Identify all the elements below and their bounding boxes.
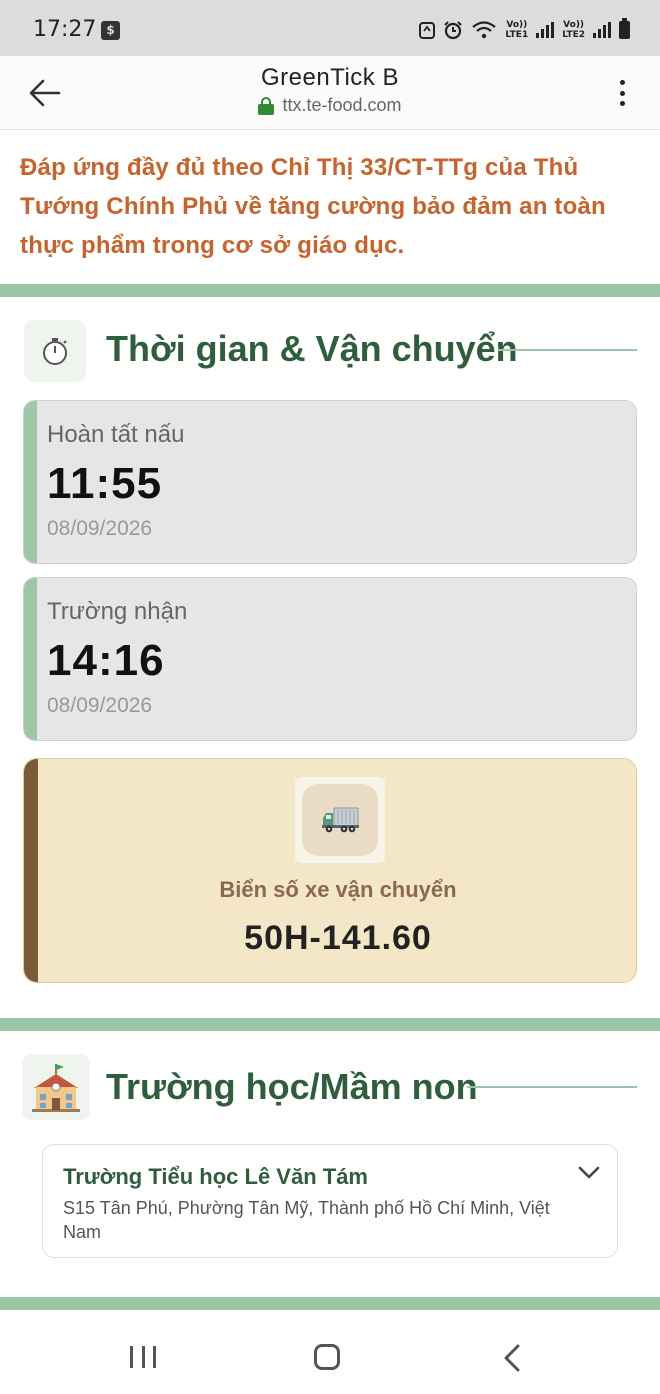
cooking-complete-time: 11:55 bbox=[47, 459, 163, 508]
section-divider bbox=[0, 1018, 660, 1031]
vehicle-plate-number: 50H-141.60 bbox=[244, 919, 432, 957]
signal-2-icon bbox=[593, 22, 611, 38]
url-bar[interactable]: ttx.te-food.com bbox=[258, 95, 402, 116]
section-divider bbox=[0, 1297, 660, 1310]
alarm-icon bbox=[444, 21, 463, 40]
recent-apps-icon[interactable] bbox=[130, 1346, 156, 1368]
page-title: GreenTick B bbox=[261, 64, 399, 91]
cooking-complete-label: Hoàn tất nấu bbox=[47, 421, 185, 448]
section-title-school: Trường học/Mầm non bbox=[106, 1066, 478, 1107]
section-title-timing: Thời gian & Vận chuyển bbox=[106, 328, 518, 369]
stopwatch-icon bbox=[24, 320, 86, 382]
lte1-indicator: Vo)) LTE1 bbox=[505, 20, 529, 40]
lte2-indicator: Vo)) LTE2 bbox=[562, 20, 585, 40]
school-received-card: Trường nhận 14:16 08/09/2026 bbox=[23, 577, 637, 741]
browser-header: GreenTick B ttx.te-food.com bbox=[0, 56, 660, 130]
nav-back-icon[interactable] bbox=[500, 1343, 524, 1373]
status-icons: Vo)) LTE1 Vo)) LTE2 bbox=[419, 18, 630, 42]
school-received-date: 08/09/2026 bbox=[47, 694, 153, 717]
chevron-down-icon[interactable] bbox=[577, 1161, 601, 1185]
section-title-line bbox=[498, 349, 637, 351]
school-icon bbox=[22, 1054, 90, 1120]
compliance-notice: Đáp ứng đầy đủ theo Chỉ Thị 33/CT-TTg củ… bbox=[20, 154, 606, 259]
school-received-time: 14:16 bbox=[47, 636, 165, 685]
truck-icon bbox=[302, 784, 378, 856]
vehicle-card: Biển số xe vận chuyển 50H-141.60 bbox=[23, 758, 637, 983]
section-divider bbox=[0, 284, 660, 297]
section-title-line bbox=[467, 1086, 637, 1088]
school-received-label: Trường nhận bbox=[47, 598, 188, 625]
school-card[interactable]: Trường Tiểu học Lê Văn Tám S15 Tân Phú, … bbox=[42, 1144, 618, 1258]
system-nav-bar bbox=[0, 1310, 660, 1394]
shopping-bag-icon: $ bbox=[101, 21, 120, 40]
signal-1-icon bbox=[536, 22, 555, 38]
cooking-complete-card: Hoàn tất nấu 11:55 08/09/2026 bbox=[23, 400, 637, 564]
status-time: 17:27 bbox=[33, 17, 97, 42]
home-icon[interactable] bbox=[314, 1344, 340, 1370]
status-bar: 17:27 $ Vo)) LTE1 Vo)) LTE2 bbox=[0, 0, 660, 56]
lock-icon bbox=[258, 96, 275, 115]
recycle-icon bbox=[419, 22, 436, 39]
battery-icon bbox=[619, 18, 630, 39]
school-name: Trường Tiểu học Lê Văn Tám bbox=[63, 1164, 368, 1189]
url-text: ttx.te-food.com bbox=[282, 95, 402, 115]
school-address: S15 Tân Phú, Phường Tân Mỹ, Thành phố Hồ… bbox=[63, 1198, 550, 1242]
vehicle-plate-label: Biển số xe vận chuyển bbox=[219, 877, 457, 902]
wifi-icon bbox=[472, 21, 497, 39]
more-options-icon[interactable] bbox=[612, 78, 632, 108]
cooking-complete-date: 08/09/2026 bbox=[47, 517, 153, 540]
